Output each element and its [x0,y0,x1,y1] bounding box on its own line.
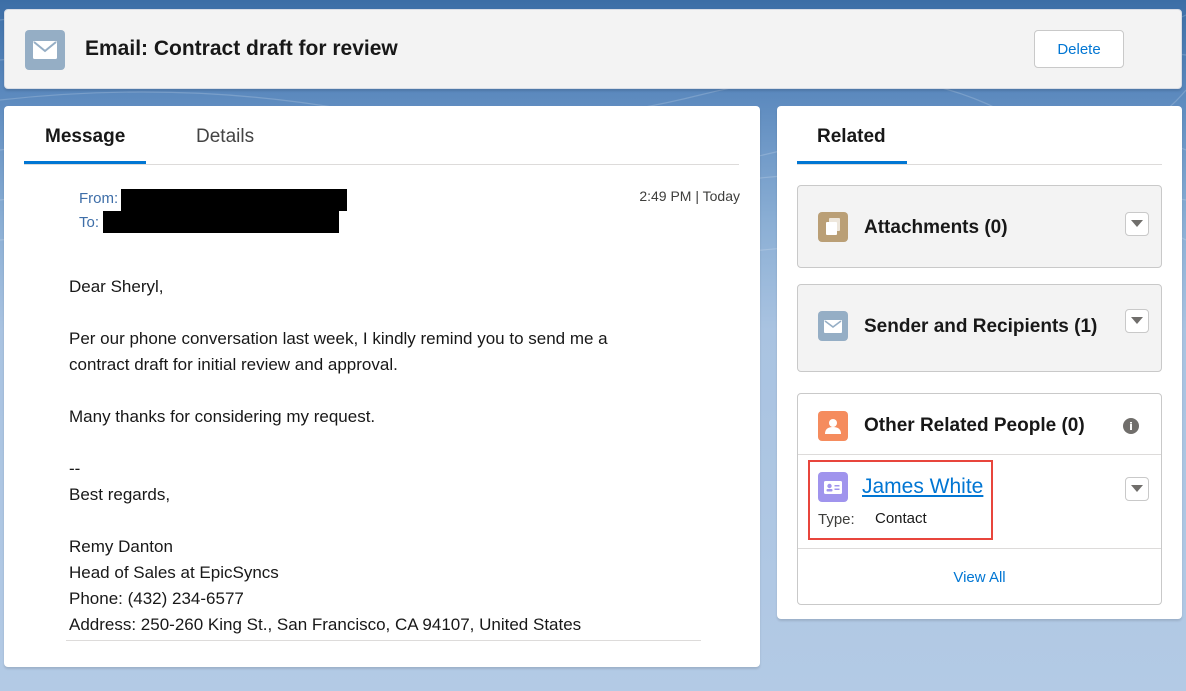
people-header: Other Related People (0) i [798,394,1161,455]
chevron-down-icon [1131,485,1143,492]
attachments-menu-button[interactable] [1125,212,1149,236]
person-icon [818,411,848,441]
body-line: -- [69,459,81,478]
other-related-people-section: Other Related People (0) i James White T… [797,393,1162,605]
attachments-icon [818,212,848,242]
sender-recipients-title[interactable]: Sender and Recipients (1) [864,316,1097,338]
body-line [69,300,608,326]
body-line: Address: 250-260 King St., San Francisco… [69,615,582,634]
contact-menu-button[interactable] [1125,477,1149,501]
info-icon[interactable]: i [1123,418,1139,434]
list-item: James White Type: Contact [798,455,1161,549]
sender-recipients-section: Sender and Recipients (1) [797,284,1162,372]
contact-icon [818,472,848,502]
from-label: From: [79,190,119,207]
tab-details[interactable]: Details [196,126,254,148]
active-tab-indicator [24,161,146,164]
body-line: Best regards, [69,485,171,504]
body-line [69,378,608,404]
delete-button[interactable]: Delete [1034,30,1124,68]
chevron-down-icon [1131,317,1143,324]
body-line: Head of Sales at EpicSyncs [69,563,279,582]
view-all-link[interactable]: View All [798,569,1161,586]
tab-related[interactable]: Related [817,126,886,148]
email-timestamp: 2:49 PM | Today [639,188,740,204]
from-redacted [121,189,347,211]
attachments-section: Attachments (0) [797,185,1162,268]
email-icon [25,30,65,70]
body-line: Dear Sheryl, [69,277,164,296]
sender-recipients-menu-button[interactable] [1125,309,1149,333]
to-redacted [103,211,339,233]
to-label: To: [79,214,100,231]
email-icon [818,311,848,341]
email-body: Dear Sheryl, Per our phone conversation … [69,274,608,638]
active-tab-indicator [797,161,907,164]
related-card: Related Attachments (0) Sender and Recip… [777,106,1182,619]
body-line [69,430,608,456]
body-line: Per our phone conversation last week, I … [69,329,608,348]
body-line: Phone: (432) 234-6577 [69,589,244,608]
message-tabs: Message Details [24,106,739,165]
body-line: contract draft for initial review and ap… [69,355,398,374]
type-value: Contact [875,510,927,527]
body-line: Remy Danton [69,537,173,556]
contact-name-link[interactable]: James White [862,475,983,499]
attachments-title[interactable]: Attachments (0) [864,217,1008,239]
body-line [69,508,608,534]
page-title: Email: Contract draft for review [85,37,398,60]
other-related-people-title[interactable]: Other Related People (0) [864,415,1085,437]
body-line: Many thanks for considering my request. [69,407,376,426]
related-tabs: Related [797,106,1162,165]
tab-message[interactable]: Message [45,126,125,148]
chevron-down-icon [1131,220,1143,227]
message-card: Message Details From: To: 2:49 PM | Toda… [4,106,760,667]
record-header: Email: Contract draft for review Delete [4,9,1182,89]
type-label: Type: [818,511,855,528]
divider [66,640,701,641]
